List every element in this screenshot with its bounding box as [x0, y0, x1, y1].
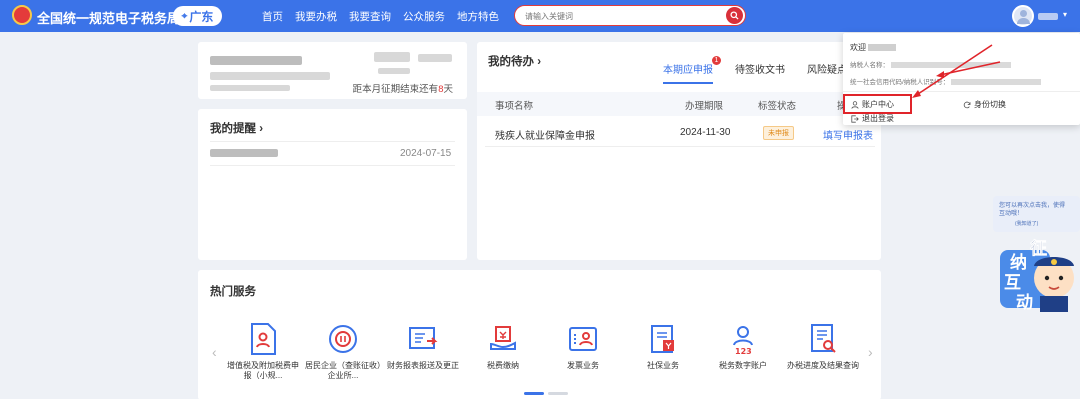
svg-text:123: 123 — [735, 347, 752, 355]
redacted-value — [374, 52, 410, 62]
switch-identity-item[interactable]: 身份切换 — [963, 99, 1006, 110]
reminder-date: 2024-07-15 — [400, 148, 452, 159]
service-item-tax-payment[interactable]: 税费缴纳 — [463, 322, 543, 381]
search-icon — [730, 11, 739, 20]
tax-payment-icon — [486, 322, 520, 356]
nav-local-feature[interactable]: 地方特色 — [457, 9, 499, 24]
tab-current-filing[interactable]: 本期应申报 1 — [663, 56, 721, 84]
nav-do-tax[interactable]: 我要办税 — [295, 9, 337, 24]
redacted-code — [210, 72, 330, 80]
tax-emblem-icon — [12, 5, 32, 25]
filing-deadline-countdown: 距本月征期结束还有8天 — [352, 84, 453, 95]
taxpayer-name-line: 纳税人名称： — [850, 59, 1011, 69]
digital-account-icon: 123 — [726, 322, 760, 356]
service-item-financial-report[interactable]: 财务报表报送及更正 — [383, 322, 463, 381]
service-item-progress-query[interactable]: 办税进度及结果查询 — [783, 322, 863, 381]
redacted-value — [418, 54, 452, 62]
nav-home[interactable]: 首页 — [262, 9, 283, 24]
chat-hint-bubble[interactable]: 您可以再次点击我，使得 互动哦！ (我知道了) — [993, 196, 1080, 232]
redacted-value — [378, 68, 410, 74]
count-badge: 1 — [712, 56, 721, 65]
location-pin-icon: ⌖ — [181, 10, 188, 22]
user-avatar[interactable] — [1012, 5, 1034, 27]
pager-dot-active[interactable] — [524, 392, 544, 395]
main-nav: 首页 我要办税 我要查询 公众服务 地方特色 — [262, 9, 499, 24]
column-header: 事项名称 — [495, 101, 534, 112]
service-item-enterprise-income-tax[interactable]: 居民企业（查账征收）企业所... — [303, 322, 383, 381]
taxpayer-profile-card: 距本月征期结束还有8天 — [198, 42, 467, 99]
chevron-left-icon[interactable]: ‹ — [212, 344, 217, 360]
logout-icon — [851, 114, 859, 123]
todo-tabs: 本期应申报 1 待签收文书 风险疑点 — [663, 56, 847, 84]
column-header: 办理期限 — [685, 101, 724, 112]
region-selector[interactable]: ⌖ 广东 — [173, 6, 222, 26]
redacted-info — [210, 85, 290, 91]
user-name-redacted[interactable] — [1038, 13, 1058, 20]
service-list: 增值税及附加税费申报（小规... 居民企业（查账征收）企业所... 财务报表报送… — [223, 322, 863, 381]
tab-pending-documents[interactable]: 待签收文书 — [735, 61, 785, 84]
table-header: 事项名称 办理期限 标签状态 操 — [477, 92, 881, 116]
service-item-vat[interactable]: 增值税及附加税费申报（小规... — [223, 322, 303, 381]
todo-item-name: 残疾人就业保障金申报 — [495, 131, 595, 142]
nav-query[interactable]: 我要查询 — [349, 9, 391, 24]
report-icon — [406, 322, 440, 356]
credit-code-line: 统一社会信用代码/纳税人识别号： — [850, 76, 1042, 86]
annotation-highlight-box — [843, 94, 912, 114]
welcome-text: 欢迎 — [850, 42, 897, 53]
todo-title[interactable]: 我的待办 › — [488, 53, 541, 69]
chevron-down-icon[interactable]: ▾ — [1063, 10, 1067, 19]
top-bar: 全国统一规范电子税务局 ⌖ 广东 首页 我要办税 我要查询 公众服务 地方特色 … — [0, 0, 1080, 32]
reminders-title[interactable]: 我的提醒 › — [210, 120, 263, 136]
hot-services-title: 热门服务 — [210, 286, 256, 298]
service-item-digital-account[interactable]: 123 税务数字账户 — [703, 322, 783, 381]
progress-query-icon — [806, 322, 840, 356]
column-header: 标签状态 — [758, 101, 797, 112]
enterprise-income-icon — [326, 322, 360, 356]
chevron-right-icon[interactable]: › — [868, 344, 873, 360]
my-reminders-card: 我的提醒 › 2024-07-15 — [198, 109, 467, 260]
logout-item[interactable]: 退出登录 — [851, 113, 894, 124]
service-item-social-security[interactable]: 社保业务 — [623, 322, 703, 381]
status-badge: 未申报 — [763, 126, 794, 140]
site-title[interactable]: 全国统一规范电子税务局 — [37, 8, 180, 27]
fill-form-link[interactable]: 填写申报表 — [823, 127, 873, 142]
pager-dot[interactable] — [548, 392, 568, 395]
todo-item-deadline: 2024-11-30 — [680, 127, 731, 138]
search-box — [514, 5, 746, 26]
social-security-icon — [646, 322, 680, 356]
redacted-reminder[interactable] — [210, 149, 278, 157]
search-input[interactable] — [525, 9, 715, 23]
redacted-name — [210, 56, 302, 65]
refresh-icon — [963, 101, 971, 108]
interaction-mascot[interactable]: 征 纳 互 动 — [1000, 232, 1080, 312]
document-user-icon — [246, 322, 280, 356]
service-item-invoice[interactable]: 发票业务 — [543, 322, 623, 381]
my-todo-card: 我的待办 › 本期应申报 1 待签收文书 风险疑点 事项名称 办理期限 标签状态… — [477, 42, 881, 260]
invoice-icon — [566, 322, 600, 356]
hot-services-card: 热门服务 ‹ › 增值税及附加税费申报（小规... 居民企业（查账征收）企业所.… — [198, 270, 881, 399]
region-label: 广东 — [189, 9, 214, 24]
tab-risk-items[interactable]: 风险疑点 — [807, 61, 847, 84]
search-button[interactable] — [726, 7, 743, 24]
dismiss-link[interactable]: (我知道了) — [1015, 220, 1080, 228]
carousel-pager — [524, 392, 568, 395]
nav-public-service[interactable]: 公众服务 — [403, 9, 445, 24]
